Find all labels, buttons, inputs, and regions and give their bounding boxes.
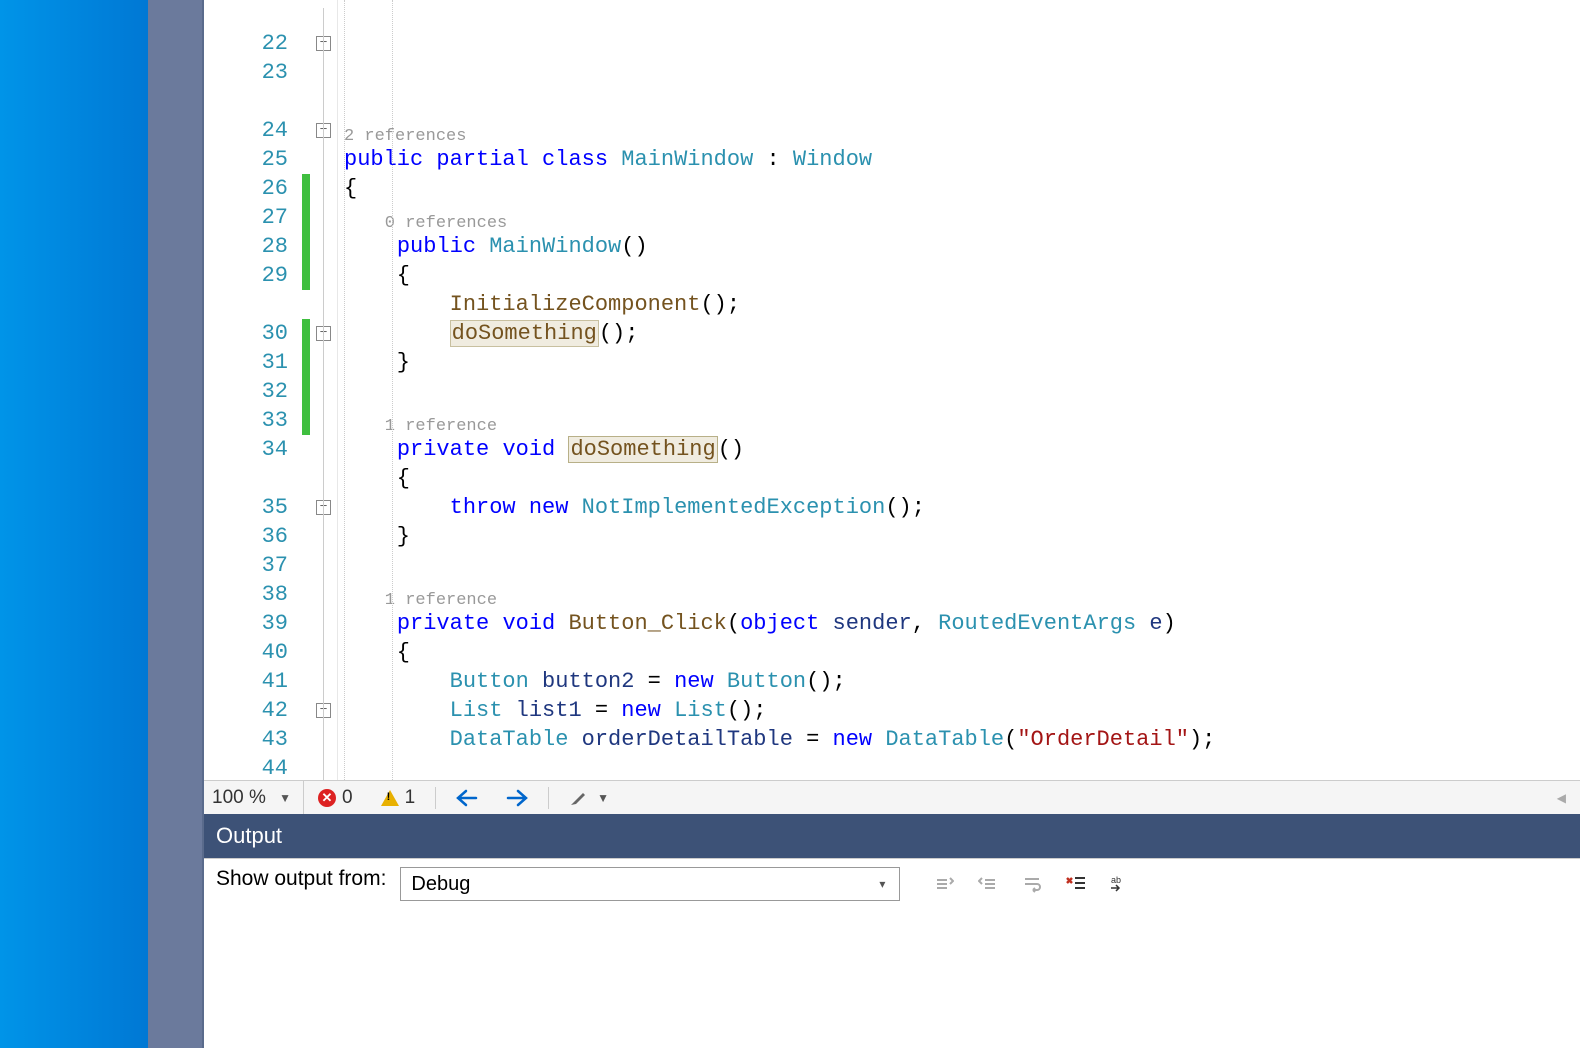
output-toolbar-button[interactable]: ab xyxy=(1098,867,1142,901)
code-line[interactable]: doSomething(); xyxy=(344,319,1580,348)
output-title: Output xyxy=(216,823,282,849)
clear-output-button[interactable] xyxy=(1054,867,1098,901)
chevron-down-icon[interactable]: ▼ xyxy=(275,791,295,805)
line-number: 22 xyxy=(204,29,288,58)
output-panel-body: Show output from: Debug ▾ xyxy=(204,858,1580,1048)
scroll-left-icon[interactable]: ◀ xyxy=(1553,791,1580,805)
tracking-options[interactable]: ▼ xyxy=(555,789,627,807)
code-line[interactable]: { xyxy=(344,638,1580,667)
code-line[interactable]: public MainWindow() xyxy=(344,232,1580,261)
code-line[interactable]: DataTable orderDetailTable = new DataTab… xyxy=(344,725,1580,754)
chevron-down-icon: ▾ xyxy=(875,877,889,891)
code-line[interactable]: List list1 = new List(); xyxy=(344,696,1580,725)
codelens-references[interactable]: 2 references xyxy=(344,116,1580,145)
line-number: 28 xyxy=(204,232,288,261)
editor-gutter: 2223 242526272829 3031323334 35363738394041… xyxy=(204,0,338,780)
code-line[interactable]: { xyxy=(344,174,1580,203)
line-number: 40 xyxy=(204,638,288,667)
line-number: 31 xyxy=(204,348,288,377)
error-icon: ✕ xyxy=(318,789,336,807)
code-line[interactable]: { xyxy=(344,464,1580,493)
line-number: 42 xyxy=(204,696,288,725)
chevron-down-icon[interactable]: ▼ xyxy=(593,791,613,805)
code-line[interactable]: private void doSomething() xyxy=(344,435,1580,464)
codelens-references[interactable]: 1 reference xyxy=(344,580,1580,609)
code-line[interactable] xyxy=(344,754,1580,780)
output-toolbar-button[interactable] xyxy=(922,867,966,901)
line-number: 32 xyxy=(204,377,288,406)
fold-column[interactable]: −−−−− xyxy=(310,0,338,780)
code-line[interactable] xyxy=(344,551,1580,580)
line-number: 33 xyxy=(204,406,288,435)
code-line[interactable]: public partial class MainWindow : Window xyxy=(344,145,1580,174)
change-indicator-column xyxy=(302,0,310,780)
codelens-references[interactable]: 1 reference xyxy=(344,406,1580,435)
svg-text:ab: ab xyxy=(1111,875,1121,885)
ide-window: 2223 242526272829 3031323334 35363738394041… xyxy=(202,0,1580,1048)
code-body[interactable]: 2 referencespublic partial class MainWin… xyxy=(338,0,1580,780)
window-chrome-strip xyxy=(148,0,202,1048)
code-line[interactable]: private void Button_Click(object sender,… xyxy=(344,609,1580,638)
line-number: 36 xyxy=(204,522,288,551)
divider xyxy=(548,787,549,809)
line-number: 44 xyxy=(204,754,288,780)
code-line[interactable]: throw new NotImplementedException(); xyxy=(344,493,1580,522)
nav-back-button[interactable] xyxy=(442,789,492,807)
line-number: 29 xyxy=(204,261,288,290)
editor-status-bar: 100 % ▼ ✕ 0 1 xyxy=(204,780,1580,814)
code-line[interactable]: Button button2 = new Button(); xyxy=(344,667,1580,696)
output-source-selector[interactable]: Debug ▾ xyxy=(400,867,900,901)
indent-guide xyxy=(392,0,393,780)
divider xyxy=(435,787,436,809)
line-number: 39 xyxy=(204,609,288,638)
output-toolbar-button[interactable] xyxy=(966,867,1010,901)
line-number: 27 xyxy=(204,203,288,232)
pen-icon xyxy=(569,789,587,807)
zoom-value: 100 % xyxy=(212,787,266,809)
line-number-column: 2223 242526272829 3031323334 35363738394041… xyxy=(204,0,302,780)
warning-count[interactable]: 1 xyxy=(367,787,430,809)
line-number: 26 xyxy=(204,174,288,203)
error-count[interactable]: ✕ 0 xyxy=(304,787,367,809)
code-line[interactable]: { xyxy=(344,261,1580,290)
code-line[interactable] xyxy=(344,377,1580,406)
desktop-background xyxy=(0,0,148,1048)
line-number: 23 xyxy=(204,58,288,87)
code-line[interactable]: InitializeComponent(); xyxy=(344,290,1580,319)
zoom-selector[interactable]: 100 % ▼ xyxy=(204,781,304,814)
line-number: 41 xyxy=(204,667,288,696)
line-number: 30 xyxy=(204,319,288,348)
warning-icon xyxy=(381,790,399,806)
code-editor[interactable]: 2223 242526272829 3031323334 35363738394041… xyxy=(204,0,1580,814)
indent-guide xyxy=(344,0,345,780)
line-number: 34 xyxy=(204,435,288,464)
line-number: 24 xyxy=(204,116,288,145)
output-source-label: Show output from: xyxy=(216,867,386,891)
line-number: 35 xyxy=(204,493,288,522)
code-line[interactable]: } xyxy=(344,348,1580,377)
codelens-references[interactable]: 0 references xyxy=(344,203,1580,232)
output-panel-header[interactable]: Output xyxy=(204,814,1580,858)
word-wrap-button[interactable] xyxy=(1010,867,1054,901)
line-number: 38 xyxy=(204,580,288,609)
code-line[interactable]: } xyxy=(344,522,1580,551)
line-number: 37 xyxy=(204,551,288,580)
line-number: 43 xyxy=(204,725,288,754)
nav-forward-button[interactable] xyxy=(492,789,542,807)
line-number: 25 xyxy=(204,145,288,174)
ide-root: 2223 242526272829 3031323334 35363738394041… xyxy=(0,0,1580,1048)
